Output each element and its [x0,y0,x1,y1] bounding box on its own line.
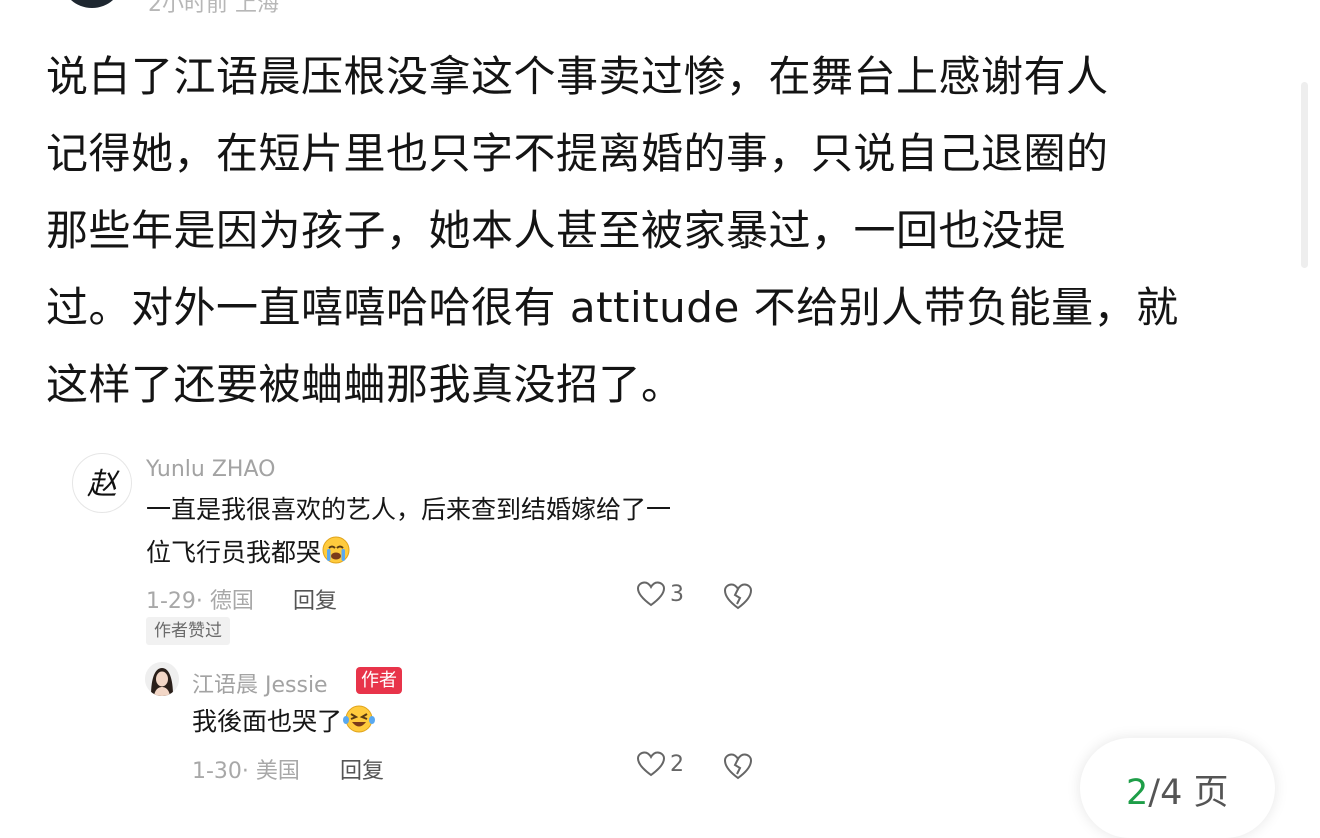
reply-like-button[interactable]: 2 [636,750,684,778]
comment-body: 一直是我很喜欢的艺人，后来查到结婚嫁给了一 位飞行员我都哭 [146,495,672,567]
page-total: /4 页 [1148,773,1229,813]
comment-like-button[interactable]: 3 [636,580,684,608]
post-body-text: 说白了江语晨压根没拿这个事卖过惨，在舞台上感谢有人 记得她，在短片里也只字不提离… [46,52,1179,409]
portrait-avatar-icon [145,662,179,696]
reply-text: 我後面也哭了 [192,700,376,747]
author-badge: 作者 [356,667,402,694]
reply-body: 我後面也哭了 [192,707,343,736]
author-liked-tag: 作者赞过 [146,617,230,645]
comment-text: 一直是我很喜欢的艺人，后来查到结婚嫁给了一 位飞行员我都哭 [146,488,671,578]
comment-like-count: 3 [670,581,684,607]
laughing-face-icon [342,704,376,747]
broken-heart-icon[interactable] [722,581,754,611]
post-meta: 2小时前 上海 [148,0,279,17]
author-avatar[interactable] [145,662,179,696]
commenter-avatar[interactable]: 赵 [72,453,132,513]
commenter-username[interactable]: Yunlu ZHAO [146,457,275,482]
crying-face-icon [321,535,351,578]
calligraphy-avatar-icon: 赵 [87,467,120,502]
scrollbar[interactable] [1301,82,1308,268]
avatar-character: 赵 [87,467,120,502]
comment-reply-button[interactable]: 回复 [293,583,337,615]
page-indicator[interactable]: 2/4 页 [1126,764,1228,815]
heart-icon [636,581,666,607]
reply-like-count: 2 [670,751,684,777]
comment-date-location: 1-29· 德国 [146,589,254,614]
reply-reply-button[interactable]: 回复 [340,753,384,785]
poster-avatar[interactable] [62,0,122,8]
author-username[interactable]: 江语晨 Jessie [192,667,328,699]
page-current: 2 [1126,773,1149,813]
reply-date-location: 1-30· 美国 [192,759,300,784]
heart-icon [636,751,666,777]
broken-heart-icon[interactable] [722,751,754,781]
